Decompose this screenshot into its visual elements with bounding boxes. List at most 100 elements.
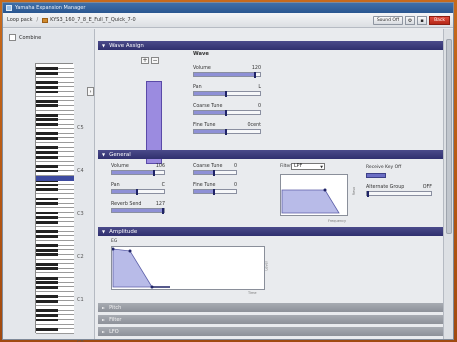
amplitude-header[interactable]: ▼ Amplitude — [98, 227, 444, 236]
general-coarse-tune[interactable]: Coarse Tune 0 — [193, 164, 237, 176]
black-key[interactable] — [36, 211, 58, 215]
black-key[interactable] — [36, 276, 58, 280]
black-key[interactable] — [36, 183, 58, 187]
wave-param-label: Fine Tune — [193, 123, 216, 128]
save-icon[interactable]: ▪ — [417, 16, 428, 25]
black-key[interactable] — [36, 71, 58, 75]
general-header[interactable]: ▼ General — [98, 150, 444, 159]
keyboard-panel: Combine › C5C4C3C2C1C0 — [3, 29, 95, 342]
black-key[interactable] — [36, 169, 58, 173]
amplitude-envelope[interactable] — [111, 246, 265, 290]
black-key[interactable] — [36, 318, 58, 322]
sound-off-button[interactable]: Sound Off — [372, 16, 404, 25]
black-key[interactable] — [36, 81, 58, 85]
volume-slider[interactable] — [111, 170, 165, 176]
black-key[interactable] — [36, 99, 58, 103]
settings-icon[interactable]: ⚙ — [405, 16, 416, 25]
black-key[interactable] — [36, 118, 58, 122]
black-key[interactable] — [36, 123, 58, 126]
scrollbar-thumb[interactable] — [446, 39, 452, 234]
black-key[interactable] — [36, 295, 58, 299]
black-key[interactable] — [36, 220, 58, 224]
wave-param-slider[interactable] — [193, 72, 261, 78]
combine-icon[interactable] — [9, 34, 16, 41]
black-key[interactable] — [36, 313, 58, 317]
black-key[interactable] — [36, 165, 58, 168]
fine-tune-slider[interactable] — [193, 189, 237, 195]
wave-assign-title: Wave Assign — [109, 42, 144, 49]
reverb-send-slider[interactable] — [111, 208, 165, 214]
add-wave-button[interactable]: + — [141, 57, 149, 64]
filter-graph[interactable] — [280, 174, 348, 216]
black-key[interactable] — [36, 113, 58, 117]
general-volume[interactable]: Volume 106 — [111, 164, 165, 176]
black-key[interactable] — [36, 248, 58, 252]
wave-label: Wave — [193, 51, 209, 57]
black-key[interactable] — [36, 253, 58, 257]
wave-assign-header[interactable]: ▼ Wave Assign — [98, 41, 444, 50]
file-icon — [42, 17, 49, 23]
wave-param-value: L — [258, 85, 261, 90]
coarse-tune-label: Coarse Tune — [193, 164, 223, 169]
black-key[interactable] — [36, 262, 58, 266]
selected-key[interactable] — [36, 175, 74, 181]
coarse-tune-slider[interactable] — [193, 170, 237, 176]
back-button[interactable]: Back — [429, 16, 450, 25]
breadcrumb-root[interactable]: Loop pack — [7, 17, 32, 23]
alternate-group[interactable]: Alternate Group OFF — [366, 185, 432, 197]
piano-keyboard[interactable] — [35, 63, 74, 334]
filter-label: Filter — [280, 164, 292, 169]
black-key[interactable] — [36, 85, 58, 89]
combine-option[interactable]: Combine — [9, 34, 94, 41]
black-key[interactable] — [36, 267, 58, 271]
wave-param[interactable]: Pan L — [193, 85, 261, 97]
vertical-scrollbar[interactable] — [443, 29, 453, 339]
wave-param-value: 120 — [251, 66, 261, 71]
black-key[interactable] — [36, 244, 58, 247]
general-reverb-send[interactable]: Reverb Send 127 — [111, 202, 165, 214]
wave-param[interactable]: Coarse Tune 0 — [193, 104, 261, 116]
filter-section[interactable]: ► Filter — [98, 315, 444, 324]
black-key[interactable] — [36, 286, 58, 289]
filter-type-select[interactable]: LPF ▼ — [291, 163, 325, 170]
black-key[interactable] — [36, 216, 58, 220]
wave-param-slider[interactable] — [193, 91, 261, 97]
receive-key-off-label: Receive Key Off — [366, 165, 402, 170]
alternate-group-slider[interactable] — [366, 191, 432, 197]
black-key[interactable] — [36, 188, 58, 192]
wave-param[interactable]: Volume 120 — [193, 66, 261, 78]
app-window: Yamaha Expansion Manager Loop pack / KYS… — [2, 2, 454, 342]
black-key[interactable] — [36, 300, 58, 303]
app-icon — [6, 5, 12, 11]
general-pan[interactable]: Pan C — [111, 183, 165, 195]
pan-slider[interactable] — [111, 189, 165, 195]
black-key[interactable] — [36, 309, 58, 313]
general-fine-tune[interactable]: Fine Tune 0 — [193, 183, 237, 195]
remove-wave-button[interactable]: − — [151, 57, 159, 64]
black-key[interactable] — [36, 90, 58, 94]
octave-label: C1 — [77, 297, 84, 303]
expand-arrow-icon[interactable]: › — [87, 87, 94, 96]
black-key[interactable] — [36, 202, 58, 206]
receive-key-off-toggle[interactable] — [366, 173, 386, 178]
black-key[interactable] — [36, 234, 58, 238]
pan-value: C — [161, 183, 165, 188]
black-key[interactable] — [36, 197, 58, 201]
black-key[interactable] — [36, 327, 58, 331]
black-key[interactable] — [36, 104, 58, 108]
black-key[interactable] — [36, 155, 58, 159]
black-key[interactable] — [36, 151, 58, 154]
black-key[interactable] — [36, 281, 58, 285]
black-key[interactable] — [36, 230, 58, 233]
wave-param-slider[interactable] — [193, 110, 261, 116]
black-key[interactable] — [36, 132, 58, 136]
pan-label: Pan — [111, 183, 120, 188]
black-key[interactable] — [36, 146, 58, 150]
collapse-arrow-icon: ▼ — [102, 152, 106, 157]
black-key[interactable] — [36, 67, 58, 71]
pitch-section[interactable]: ► Pitch — [98, 303, 444, 312]
wave-param[interactable]: Fine Tune 0cent — [193, 123, 261, 135]
black-key[interactable] — [36, 137, 58, 140]
lfo-section[interactable]: ► LFO — [98, 327, 444, 336]
wave-param-slider[interactable] — [193, 129, 261, 135]
